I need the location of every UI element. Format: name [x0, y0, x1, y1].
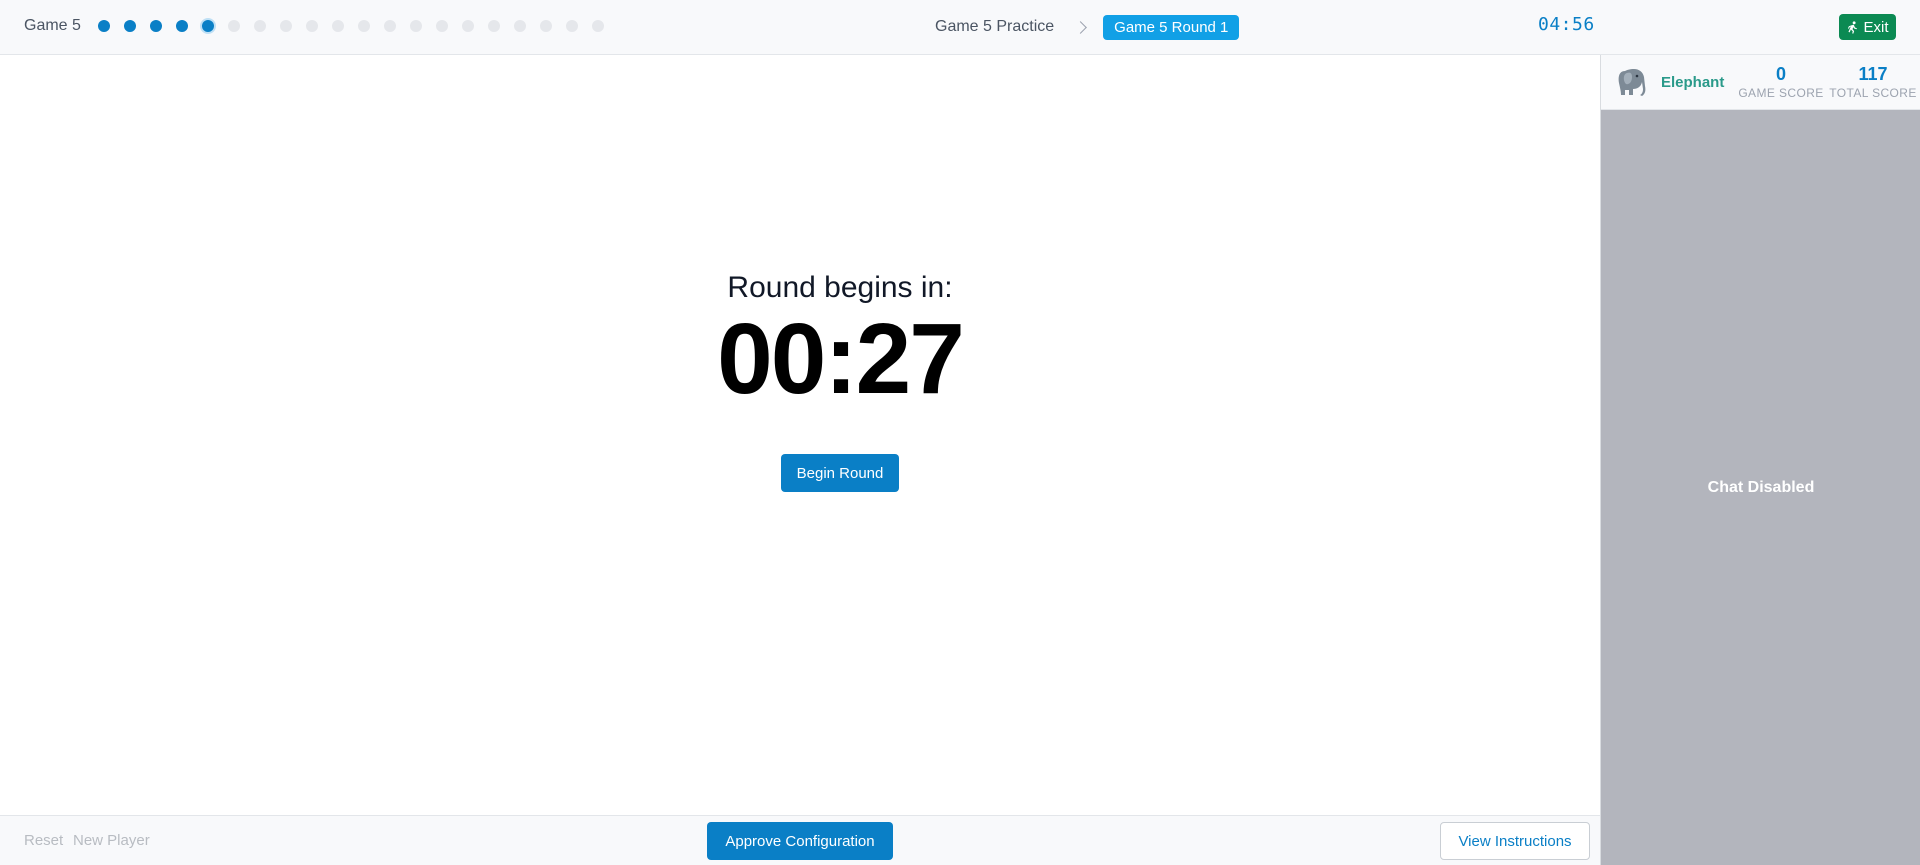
reset-link[interactable]: Reset	[24, 832, 63, 849]
progress-dot	[566, 20, 578, 32]
total-score-value: 117	[1858, 64, 1888, 84]
view-instructions-button[interactable]: View Instructions	[1440, 822, 1590, 860]
player-profile: Elephant 0 GAME SCORE 117 TOTAL SCORE	[1601, 55, 1920, 110]
game-label: Game 5	[24, 17, 81, 34]
chevron-right-icon	[1074, 20, 1088, 34]
countdown-value: 00:27	[717, 303, 965, 415]
progress-dot	[150, 20, 162, 32]
progress-dot	[384, 20, 396, 32]
progress-dot	[202, 20, 214, 32]
progress-dot	[306, 20, 318, 32]
game-score: 0 GAME SCORE	[1737, 64, 1825, 100]
elephant-icon	[1618, 69, 1646, 96]
main-area: Round begins in: 00:27 Begin Round	[0, 55, 1600, 815]
begin-round-button[interactable]: Begin Round	[781, 454, 899, 492]
progress-dot	[462, 20, 474, 32]
progress-dot	[176, 20, 188, 32]
top-bar: Game 5 Game 5 Practice Game 5 Round 1 04…	[0, 0, 1920, 55]
chat-status: Chat Disabled	[1707, 478, 1815, 496]
exit-label: Exit	[1863, 18, 1889, 36]
progress-dot	[488, 20, 500, 32]
progress-dot	[280, 20, 292, 32]
total-score: 117 TOTAL SCORE	[1827, 64, 1919, 100]
footer-bar: Reset New Player Approve Configuration V…	[0, 815, 1600, 865]
new-player-link[interactable]: New Player	[73, 832, 150, 849]
breadcrumb: Game 5 Practice Game 5 Round 1	[935, 14, 1240, 40]
progress-dot	[254, 20, 266, 32]
running-person-icon	[1848, 20, 1858, 34]
progress-dot	[592, 20, 604, 32]
game-score-value: 0	[1775, 64, 1786, 84]
side-panel: Elephant 0 GAME SCORE 117 TOTAL SCORE Ch…	[1600, 55, 1920, 865]
progress-dot	[124, 20, 136, 32]
countdown-label: Round begins in:	[727, 271, 953, 304]
exit-button[interactable]: Exit	[1839, 14, 1896, 40]
progress-dot	[540, 20, 552, 32]
progress-dot	[98, 20, 110, 32]
total-score-label: TOTAL SCORE	[1829, 86, 1917, 100]
chat-panel: Chat Disabled	[1601, 110, 1920, 865]
progress-dot	[410, 20, 422, 32]
breadcrumb-previous[interactable]: Game 5 Practice	[935, 18, 1054, 36]
progress-dot	[436, 20, 448, 32]
breadcrumb-current: Game 5 Round 1	[1103, 14, 1240, 40]
progress-dot	[514, 20, 526, 32]
player-name: Elephant	[1661, 74, 1725, 91]
progress-dot	[332, 20, 344, 32]
approve-configuration-button[interactable]: Approve Configuration	[707, 822, 893, 860]
progress-dot	[228, 20, 240, 32]
progress-dot	[358, 20, 370, 32]
game-timer: 04:56	[1538, 14, 1595, 35]
game-score-label: GAME SCORE	[1738, 86, 1824, 100]
